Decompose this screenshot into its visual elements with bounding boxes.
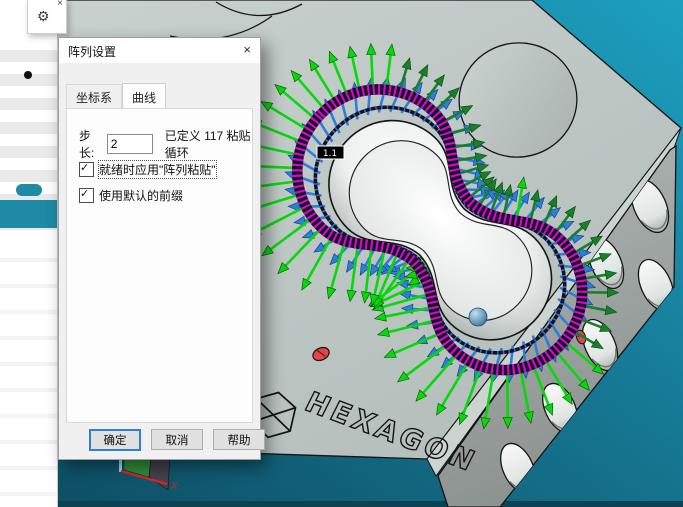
ok-button[interactable]: 确定 xyxy=(89,429,141,451)
close-icon[interactable]: × xyxy=(57,0,63,9)
defined-cycles-text: 已定义 117 粘贴循环 xyxy=(165,127,252,161)
dialog-title-bar[interactable]: 阵列设置 × xyxy=(59,38,260,63)
help-button[interactable]: 帮助 xyxy=(213,429,265,450)
dialog-title: 阵列设置 xyxy=(68,43,116,60)
probe-value-text: 1.1 xyxy=(323,149,337,159)
tab-page-curve: 步长: 已定义 117 粘贴循环 ✓ 就绪时应用"阵列粘贴" ✓ 使用默认的前缀 xyxy=(66,108,253,423)
check-icon: ✓ xyxy=(80,187,89,200)
panel-selected-row[interactable] xyxy=(0,200,57,228)
close-icon[interactable]: × xyxy=(243,42,251,57)
panel-toggle[interactable] xyxy=(16,184,42,196)
gear-icon[interactable]: ⚙ xyxy=(37,9,50,23)
use-default-prefix-checkbox[interactable]: ✓ xyxy=(79,188,94,203)
bottom-strip xyxy=(57,501,683,507)
panel-row-list-lower xyxy=(0,236,57,507)
apply-array-paste-label[interactable]: 就绪时应用"阵列粘贴" xyxy=(99,161,216,178)
use-default-prefix-label[interactable]: 使用默认的前缀 xyxy=(99,187,183,204)
step-label: 步长: xyxy=(79,127,101,161)
mini-toolbar-window: × ⚙ xyxy=(27,0,67,34)
dialog-buttons: 确定 取消 帮助 xyxy=(89,429,265,451)
tab-coordinate-system[interactable]: 坐标系 xyxy=(66,84,122,110)
check-icon: ✓ xyxy=(80,161,89,174)
probe-tip-sphere xyxy=(469,308,487,326)
panel-bullet xyxy=(24,71,32,79)
tab-curve[interactable]: 曲线 xyxy=(122,83,166,109)
side-panel xyxy=(0,0,58,507)
dialog-tabs: 坐标系 曲线 xyxy=(66,84,166,110)
cancel-button[interactable]: 取消 xyxy=(151,429,203,450)
array-settings-dialog: 阵列设置 × 坐标系 曲线 步长: 已定义 117 粘贴循环 ✓ 就绪时应用"阵… xyxy=(58,37,261,460)
step-input[interactable] xyxy=(107,134,153,154)
probe-value-badge: 1.1 xyxy=(317,146,344,159)
apply-array-paste-checkbox[interactable]: ✓ xyxy=(79,162,94,177)
x-axis-label: X xyxy=(170,481,179,492)
